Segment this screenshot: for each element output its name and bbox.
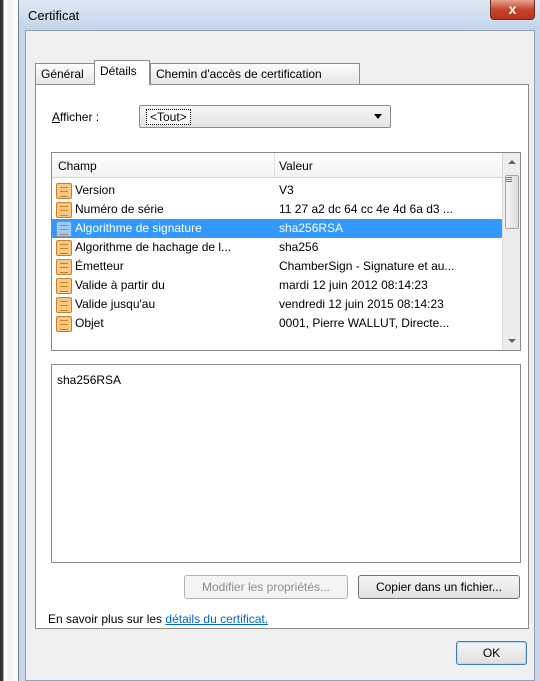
edit-properties-button[interactable]: Modifier les propriétés... [184,575,348,599]
row-value: vendredi 12 juin 2015 08:14:23 [279,297,444,311]
list-row[interactable]: Émetteur ChamberSign - Signature et au..… [52,257,502,276]
row-value: sha256 [279,240,319,254]
certificate-dialog: Certificat x Général Détails Chemin d'ac… [18,0,540,681]
show-label: Afficher : [52,110,99,124]
certificate-field-icon [56,240,72,256]
row-field: Valide à partir du [75,278,165,292]
row-value: V3 [279,183,294,197]
row-field: Algorithme de hachage de l... [75,240,232,254]
close-icon: x [508,1,517,17]
vertical-scrollbar[interactable] [502,153,520,350]
tab-details-label: Détails [100,64,137,78]
show-dropdown-value: <Tout> [146,109,191,125]
scrollbar-thumb[interactable] [505,175,519,229]
tab-details[interactable]: Détails [94,60,150,85]
window-title: Certificat [28,8,80,23]
list-row[interactable]: Valide jusqu'au vendredi 12 juin 2015 08… [52,295,502,314]
row-value: mardi 12 juin 2012 08:14:23 [279,278,428,292]
row-value: sha256RSA [279,221,344,235]
copy-to-file-button[interactable]: Copier dans un fichier... [358,575,520,599]
list-row[interactable]: Objet 0001, Pierre WALLUT, Directe... [52,314,502,333]
fields-list[interactable]: Champ Valeur Version V3 Numéro de série … [51,152,521,351]
scroll-down-arrow-icon[interactable] [508,339,516,343]
close-button[interactable]: x [490,0,535,20]
list-row[interactable]: Valide à partir du mardi 12 juin 2012 08… [52,276,502,295]
ok-button[interactable]: OK [456,641,527,665]
certificate-field-icon [56,183,72,199]
row-value: ChamberSign - Signature et au... [279,259,455,273]
tab-general[interactable]: Général [35,63,96,84]
dialog-body: Général Détails Chemin d'accès de certif… [25,30,535,681]
column-header-field[interactable]: Champ [58,159,97,173]
row-field: Version [75,183,116,197]
row-field: Valide jusqu'au [75,297,156,311]
column-divider[interactable] [274,153,275,178]
title-bar[interactable]: Certificat x [19,0,540,30]
row-field: Émetteur [75,259,124,273]
row-field: Algorithme de signature [75,221,202,235]
certificate-details-link[interactable]: détails du certificat. [165,612,268,626]
tab-general-label: Général [41,67,84,81]
tab-certification-path-label: Chemin d'accès de certification [156,67,322,81]
certificate-field-icon [56,278,72,294]
show-label-text: fficher : [60,110,100,124]
certificate-field-icon [56,259,72,275]
show-label-accesskey: A [52,110,61,124]
certificate-field-icon [56,297,72,313]
list-header: Champ Valeur [52,153,502,178]
list-row-selected[interactable]: Algorithme de signature sha256RSA [52,219,502,238]
list-row[interactable]: Version V3 [52,181,502,200]
certificate-field-icon [56,221,72,237]
list-row[interactable]: Numéro de série 11 27 a2 dc 64 cc 4e 4d … [52,200,502,219]
row-field: Objet [75,316,104,330]
background-desktop-edge [0,0,18,681]
row-value: 0001, Pierre WALLUT, Directe... [279,316,450,330]
scroll-up-arrow-icon[interactable] [508,160,516,164]
show-dropdown[interactable]: <Tout> [139,105,391,128]
column-header-value[interactable]: Valeur [279,159,313,173]
details-panel: Afficher : <Tout> Champ Valeur Version V… [35,84,529,629]
tab-certification-path[interactable]: Chemin d'accès de certification [150,63,360,84]
value-detail-textbox[interactable]: sha256RSA [51,364,521,563]
certificate-field-icon [56,202,72,218]
row-value: 11 27 a2 dc 64 cc 4e 4d 6a d3 ... [279,202,453,216]
list-row[interactable]: Algorithme de hachage de l... sha256 [52,238,502,257]
chevron-down-icon [374,114,382,119]
learn-more-text: En savoir plus sur les [48,612,166,626]
grip-icon [506,177,512,182]
learn-more: En savoir plus sur les détails du certif… [48,612,268,626]
certificate-field-icon [56,316,72,332]
value-detail-text: sha256RSA [57,373,122,387]
row-field: Numéro de série [75,202,164,216]
